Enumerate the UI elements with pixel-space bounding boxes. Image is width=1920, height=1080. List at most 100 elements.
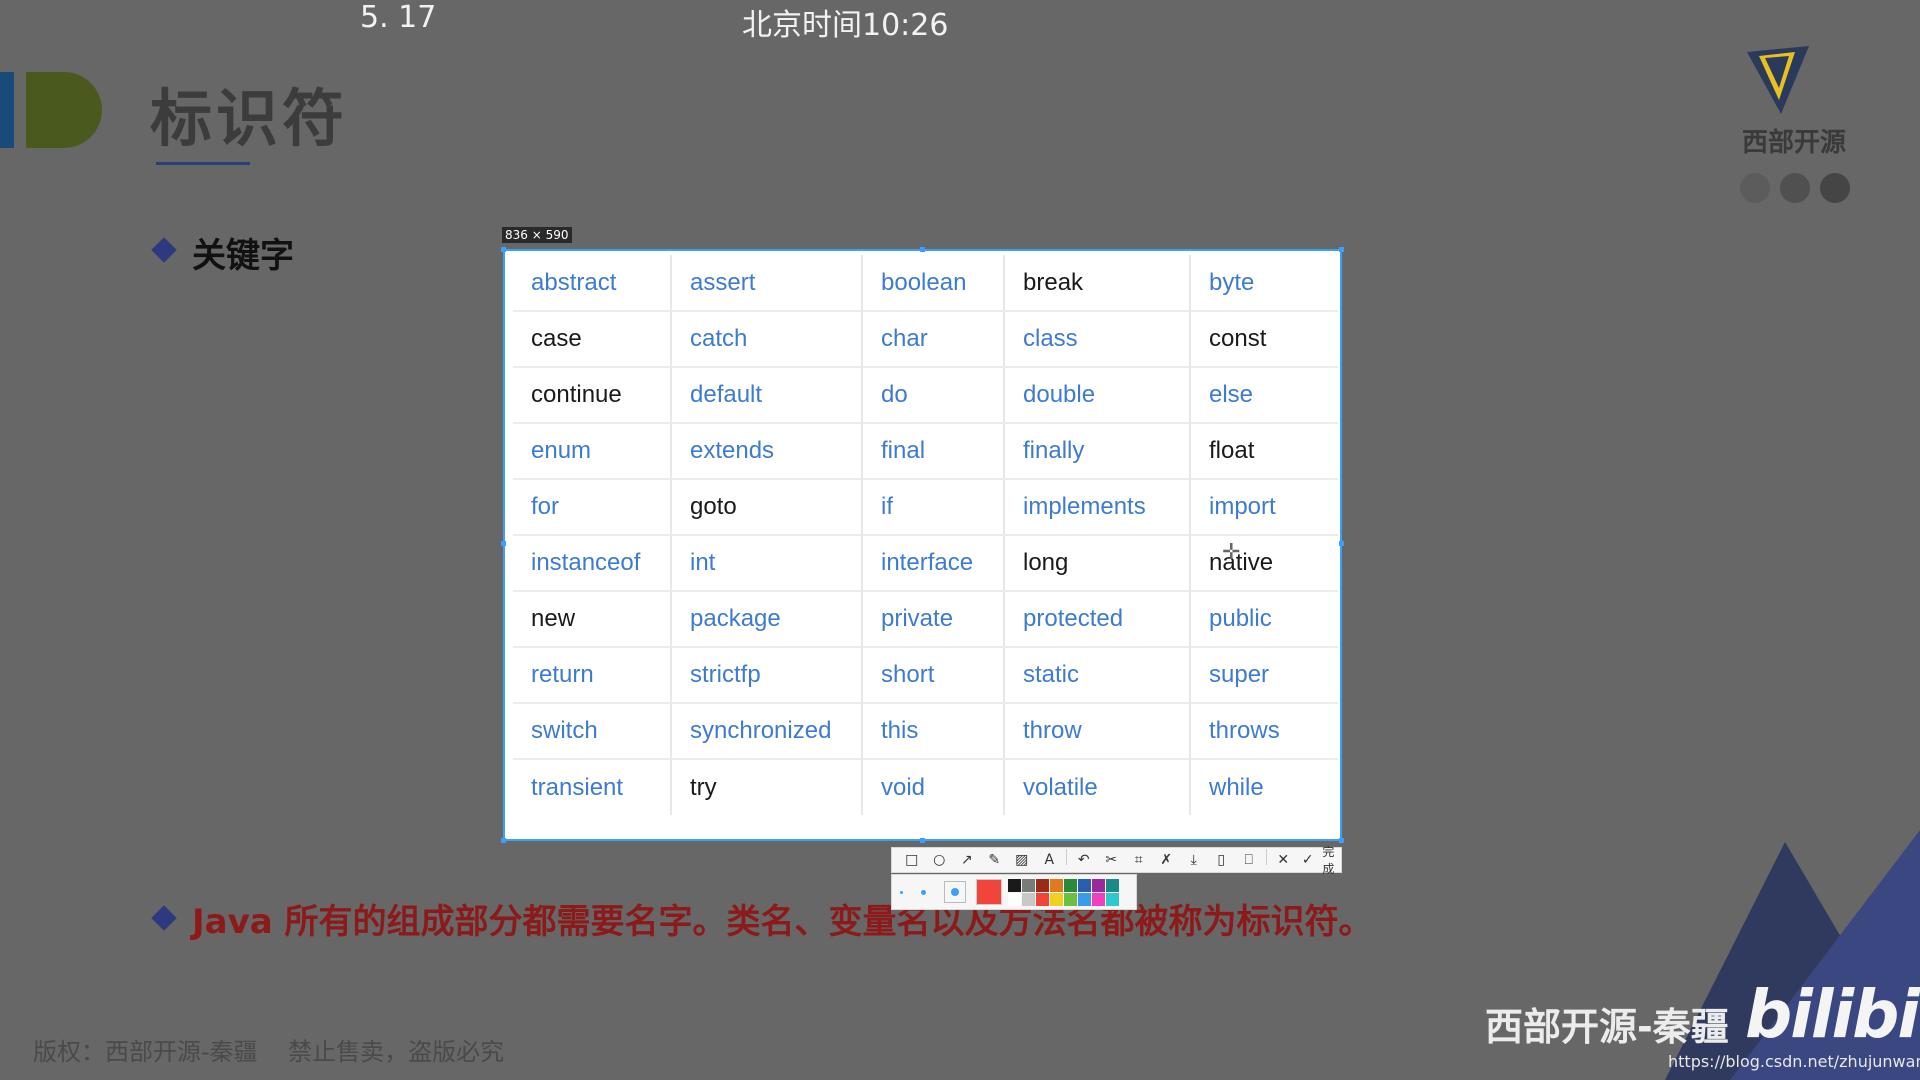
scissors-icon[interactable]: ✂ <box>1098 849 1126 871</box>
keyword-cell: strictfp <box>670 647 862 704</box>
keyword-cell: switch <box>513 703 671 760</box>
crosshair-cursor-icon: ✛ <box>1222 540 1241 565</box>
keyword-cell: catch <box>670 311 862 368</box>
color-swatch[interactable] <box>1064 892 1077 906</box>
brush-size-medium[interactable] <box>921 889 926 895</box>
keyword-cell: private <box>861 591 1004 648</box>
identifier-statement: Java 所有的组成部分都需要名字。类名、变量名以及方法名都被称为标识符。 <box>192 902 1373 942</box>
channel-watermark: 西部开源-秦疆 <box>1485 1005 1729 1049</box>
keyword-cell: byte <box>1189 255 1338 312</box>
current-color-swatch[interactable] <box>976 879 1002 905</box>
pin-icon[interactable]: ✗ <box>1153 849 1181 871</box>
capture-size-label: 836 × 590 <box>502 227 572 243</box>
keyword-row: instanceof int interface long native <box>513 535 1338 592</box>
keyword-row: continue default do double else <box>513 367 1338 424</box>
confirm-check-icon[interactable]: ✓ <box>1297 849 1318 871</box>
keyword-cell: native <box>1189 535 1338 592</box>
keyword-cell: assert <box>670 255 862 312</box>
ellipse-tool-icon[interactable]: ○ <box>926 849 954 871</box>
color-swatch[interactable] <box>1106 892 1119 906</box>
beijing-time: 北京时间10:26 <box>742 8 949 43</box>
color-swatch[interactable] <box>1092 878 1105 892</box>
keyword-cell: long <box>1003 535 1190 592</box>
keyword-cell: try <box>670 759 862 815</box>
keyword-cell: enum <box>513 423 671 480</box>
keyword-cell: if <box>861 479 1004 536</box>
resize-handle[interactable] <box>920 247 925 252</box>
capture-toolbar: □ ○ ↗ ✎ ▨ A ↶ ✂ ⌗ ✗ ⤓ ▯ ⎕ ✕ ✓ 完成 <box>891 845 1342 876</box>
keyword-cell: throw <box>1003 703 1190 760</box>
keyword-cell: int <box>670 535 862 592</box>
text-tool-icon[interactable]: A <box>1036 849 1064 871</box>
resize-handle[interactable] <box>920 838 925 843</box>
resize-handle[interactable] <box>501 838 506 843</box>
title-underline <box>156 162 250 165</box>
keyword-row: for goto if implements import <box>513 479 1338 536</box>
crop-icon[interactable]: ⌗ <box>1125 849 1153 871</box>
bookmark-icon[interactable]: ⎕ <box>1235 849 1263 871</box>
color-swatch[interactable] <box>1106 878 1119 892</box>
color-swatch[interactable] <box>1036 892 1049 906</box>
color-swatch[interactable] <box>1064 878 1077 892</box>
keyword-cell: import <box>1189 479 1338 536</box>
undo-icon[interactable]: ↶ <box>1070 849 1098 871</box>
keyword-cell: break <box>1003 255 1190 312</box>
resize-handle[interactable] <box>501 247 506 252</box>
keyword-cell: package <box>670 591 862 648</box>
rectangle-tool-icon[interactable]: □ <box>898 849 926 871</box>
keyword-heading: 关键字 <box>192 236 294 276</box>
arrow-tool-icon[interactable]: ↗ <box>953 849 981 871</box>
keyword-cell: abstract <box>513 255 671 312</box>
color-palette <box>891 874 1137 910</box>
keyword-cell: super <box>1189 647 1338 704</box>
pen-tool-icon[interactable]: ✎ <box>981 849 1009 871</box>
done-button[interactable]: 完成 <box>1322 843 1341 877</box>
resize-handle[interactable] <box>1339 247 1344 252</box>
keyword-row: enum extends final finally float <box>513 423 1338 480</box>
color-swatch[interactable] <box>1050 878 1063 892</box>
color-swatch[interactable] <box>1078 878 1091 892</box>
keyword-cell: finally <box>1003 423 1190 480</box>
keyword-cell: double <box>1003 367 1190 424</box>
color-swatch[interactable] <box>1022 878 1035 892</box>
close-icon[interactable]: ✕ <box>1270 849 1298 871</box>
mosaic-tool-icon[interactable]: ▨ <box>1008 849 1036 871</box>
keyword-cell: class <box>1003 311 1190 368</box>
keyword-cell: goto <box>670 479 862 536</box>
keyword-cell: for <box>513 479 671 536</box>
brush-size-small[interactable] <box>900 890 903 894</box>
company-logo-icon <box>1747 46 1809 114</box>
resize-handle[interactable] <box>501 541 506 546</box>
keyword-cell: volatile <box>1003 759 1190 815</box>
keyword-row: case catch char class const <box>513 311 1338 368</box>
color-swatch[interactable] <box>1022 892 1035 906</box>
toolbar-separator <box>1265 849 1267 865</box>
video-timestamp: 5. 17 <box>360 0 437 35</box>
title-decoration-d <box>26 72 102 148</box>
keyword-cell: static <box>1003 647 1190 704</box>
color-swatch[interactable] <box>1050 892 1063 906</box>
color-swatch[interactable] <box>1008 878 1021 892</box>
color-swatch[interactable] <box>1092 892 1105 906</box>
nav-dot <box>1820 173 1850 203</box>
color-swatches <box>1008 878 1119 906</box>
keyword-cell: void <box>861 759 1004 815</box>
resize-handle[interactable] <box>1339 541 1344 546</box>
bullet-diamond-icon <box>151 905 177 931</box>
keyword-cell: else <box>1189 367 1338 424</box>
color-swatch[interactable] <box>1078 892 1091 906</box>
download-icon[interactable]: ⤓ <box>1180 849 1208 871</box>
color-swatch[interactable] <box>1008 892 1021 906</box>
toolbar-separator <box>1066 849 1067 865</box>
keyword-row: transient try void volatile while <box>513 759 1338 815</box>
color-swatch[interactable] <box>1036 878 1049 892</box>
save-icon[interactable]: ▯ <box>1208 849 1236 871</box>
keyword-cell: final <box>861 423 1004 480</box>
capture-selection[interactable]: abstract assert boolean break byte case catch c… <box>501 247 1344 843</box>
keyword-cell: interface <box>861 535 1004 592</box>
brush-size-large[interactable] <box>944 881 966 903</box>
keyword-row: new package private protected public <box>513 591 1338 648</box>
keyword-cell: do <box>861 367 1004 424</box>
keyword-cell: public <box>1189 591 1338 648</box>
keyword-table: abstract assert boolean break byte case catch c… <box>513 255 1338 815</box>
